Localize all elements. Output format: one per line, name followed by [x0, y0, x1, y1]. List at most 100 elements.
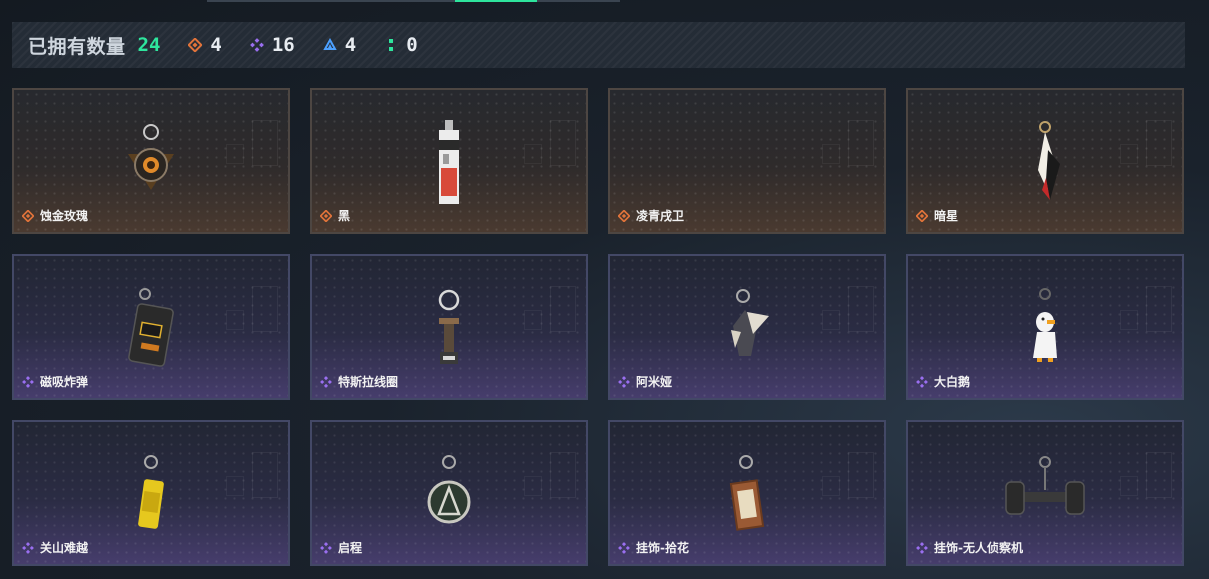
- card-decoration: [226, 144, 244, 164]
- item-card[interactable]: 阿米娅: [608, 254, 886, 400]
- item-card[interactable]: 蚀金玫瑰: [12, 88, 290, 234]
- purple-diamond-icon: [916, 375, 928, 388]
- amiya-pendant-icon: [731, 289, 769, 356]
- item-card[interactable]: 挂饰-无人侦察机: [906, 420, 1184, 566]
- item-name: 凌青戌卫: [636, 209, 685, 223]
- black-card-pendant-icon: [439, 120, 459, 204]
- card-decoration: [1146, 286, 1172, 332]
- drone-pendant-icon: [1005, 456, 1085, 515]
- item-card[interactable]: 启程: [310, 420, 588, 566]
- purple-diamond-icon: [320, 541, 332, 554]
- card-decoration: [848, 452, 874, 498]
- item-card[interactable]: 关山难越: [12, 420, 290, 566]
- card-decoration: [822, 476, 840, 496]
- purple-diamond-icon: [916, 541, 928, 554]
- item-name: 大白鹅: [934, 375, 971, 389]
- purple-diamond-icon: [249, 38, 264, 52]
- rarity-count-purple: 16: [249, 34, 295, 56]
- item-name: 挂饰-拾花: [636, 541, 689, 555]
- item-name: 磁吸炸弹: [40, 375, 89, 389]
- item-name: 挂饰-无人侦察机: [934, 541, 1023, 555]
- blue-triangle-icon: [323, 38, 337, 52]
- card-decoration: [252, 120, 278, 166]
- item-name-row: 特斯拉线圈: [320, 373, 398, 390]
- item-card[interactable]: 挂饰-拾花: [608, 420, 886, 566]
- purple-diamond-icon: [320, 375, 332, 388]
- item-name: 阿米娅: [636, 375, 673, 389]
- item-name: 暗星: [934, 209, 959, 223]
- card-decoration: [1146, 452, 1172, 498]
- card-decoration: [1146, 120, 1172, 166]
- orange-count: 4: [210, 34, 222, 56]
- item-name-row: 阿米娅: [618, 373, 672, 390]
- rarity-count-orange: 4: [188, 34, 222, 56]
- yellow-can-pendant-icon: [138, 455, 164, 529]
- item-name-row: 黑: [320, 207, 350, 224]
- item-name-row: 关山难越: [22, 539, 88, 556]
- card-decoration: [524, 144, 542, 164]
- orange-diamond-icon: [916, 209, 928, 222]
- orange-diamond-icon: [320, 209, 332, 222]
- tab-indicator-bar: [207, 0, 620, 2]
- card-decoration: [1120, 144, 1138, 164]
- purple-count: 16: [271, 34, 295, 56]
- pendant-grid: 蚀金玫瑰 黑 凌青戌卫 暗星 磁吸炸弹 特斯拉线圈 阿米娅 大白鹅 关山难越 启…: [12, 88, 1184, 566]
- card-decoration: [252, 286, 278, 332]
- card-decoration: [848, 286, 874, 332]
- purple-diamond-icon: [22, 375, 34, 388]
- item-name: 蚀金玫瑰: [40, 209, 89, 223]
- card-decoration: [550, 120, 576, 166]
- item-card[interactable]: 特斯拉线圈: [310, 254, 588, 400]
- item-name-row: 大白鹅: [916, 373, 970, 390]
- item-card[interactable]: 凌青戌卫: [608, 88, 886, 234]
- dark-star-pendant-icon: [1038, 121, 1060, 200]
- item-name-row: 挂饰-拾花: [618, 539, 689, 556]
- item-card[interactable]: 暗星: [906, 88, 1184, 234]
- item-name-row: 蚀金玫瑰: [22, 207, 88, 224]
- green-dots-icon: [384, 38, 398, 52]
- item-card[interactable]: 大白鹅: [906, 254, 1184, 400]
- item-card[interactable]: 磁吸炸弹: [12, 254, 290, 400]
- card-decoration: [550, 452, 576, 498]
- item-name: 特斯拉线圈: [338, 375, 399, 389]
- rarity-count-blue: 4: [323, 34, 356, 56]
- item-name-row: 凌青戌卫: [618, 207, 684, 224]
- item-name-row: 暗星: [916, 207, 958, 224]
- card-decoration: [822, 144, 840, 164]
- purple-diamond-icon: [618, 375, 630, 388]
- green-count: 0: [406, 34, 418, 56]
- card-decoration: [252, 452, 278, 498]
- item-name-row: 启程: [320, 539, 362, 556]
- orange-diamond-icon: [188, 38, 203, 52]
- card-decoration: [1120, 476, 1138, 496]
- white-goose-pendant-icon: [1033, 288, 1057, 362]
- item-name-row: 磁吸炸弹: [22, 373, 88, 390]
- item-name: 黑: [338, 209, 351, 223]
- purple-diamond-icon: [618, 541, 630, 554]
- orange-diamond-icon: [22, 209, 34, 222]
- card-decoration: [550, 286, 576, 332]
- flower-frame-pendant-icon: [729, 455, 765, 531]
- item-name: 关山难越: [40, 541, 89, 555]
- owned-count-label: 已拥有数量: [28, 35, 126, 58]
- card-decoration: [524, 310, 542, 330]
- ownership-summary: 已拥有数量 24 4 16 4 0: [12, 22, 1185, 68]
- card-decoration: [848, 120, 874, 166]
- card-decoration: [226, 476, 244, 496]
- card-decoration: [524, 476, 542, 496]
- magnetic-bomb-pendant-icon: [128, 288, 174, 367]
- purple-diamond-icon: [22, 541, 34, 554]
- card-decoration: [1120, 310, 1138, 330]
- card-decoration: [822, 310, 840, 330]
- item-name: 启程: [338, 541, 363, 555]
- owned-total-count: 24: [137, 34, 161, 56]
- item-name-row: 挂饰-无人侦察机: [916, 539, 1023, 556]
- rose-pendant-icon: [128, 124, 174, 190]
- blue-count: 4: [344, 34, 357, 56]
- item-card[interactable]: 黑: [310, 88, 588, 234]
- medallion-pendant-icon: [427, 455, 471, 524]
- active-tab-indicator: [455, 0, 537, 2]
- tesla-coil-pendant-icon: [438, 289, 460, 364]
- card-decoration: [226, 310, 244, 330]
- orange-diamond-icon: [618, 209, 630, 222]
